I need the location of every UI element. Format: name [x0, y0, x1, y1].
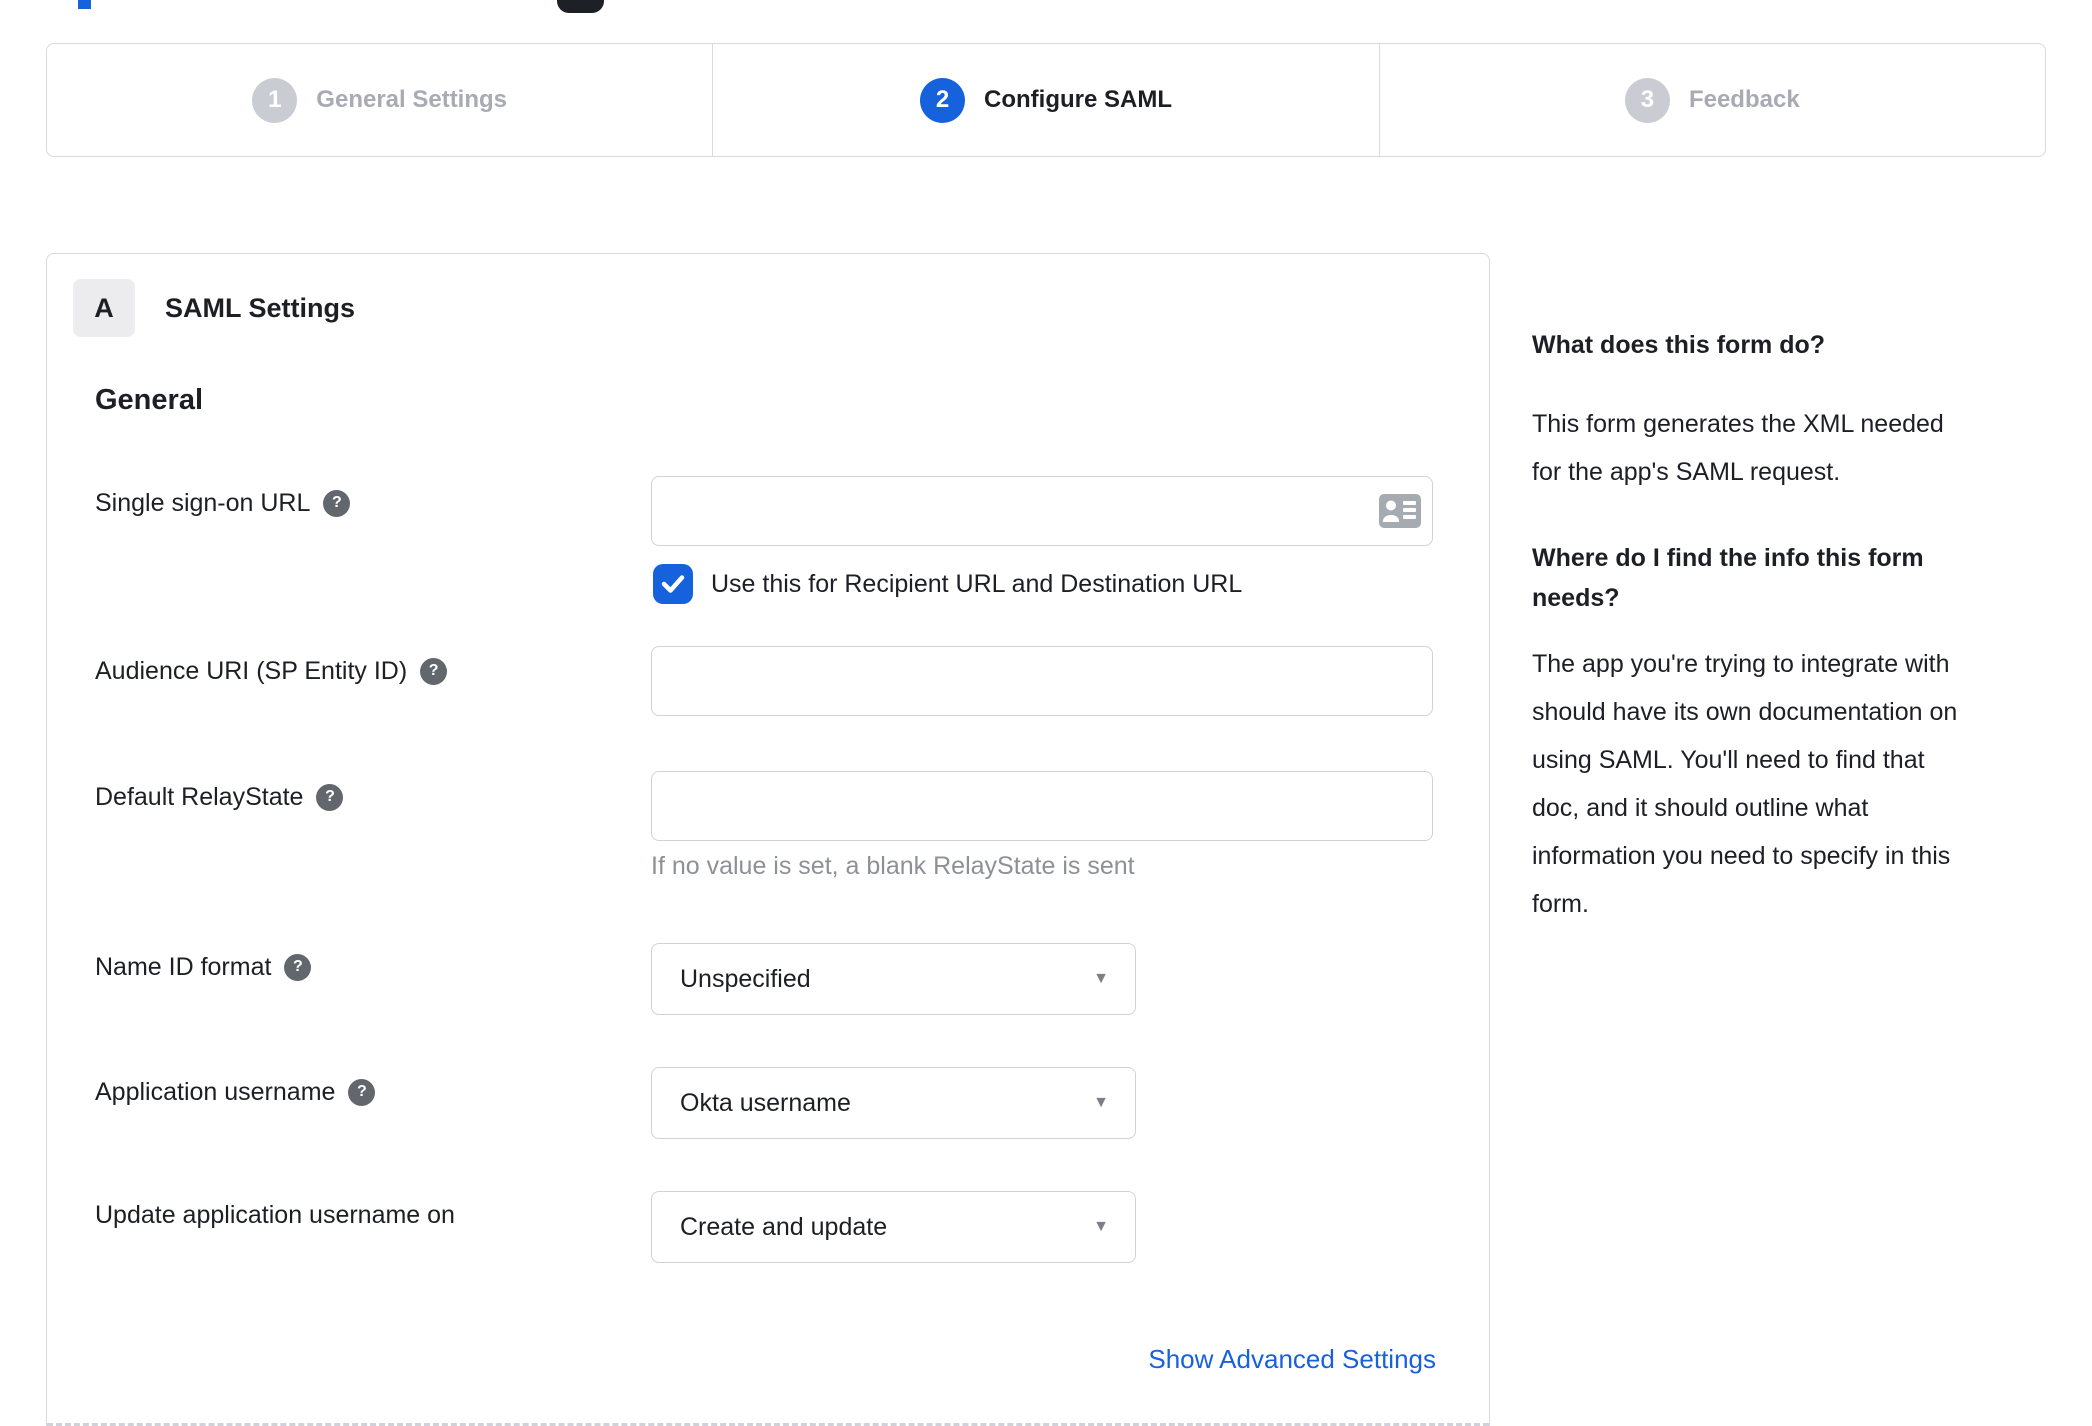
- sso-url-label-row: Single sign-on URL ?: [95, 486, 351, 520]
- update-username-value: Create and update: [680, 1212, 888, 1241]
- chevron-down-icon: ▼: [1093, 1094, 1109, 1111]
- saml-settings-panel: A SAML Settings General Single sign-on U…: [46, 253, 1490, 1426]
- sidebar-answer-1: This form generates the XML needed for t…: [1532, 410, 1944, 486]
- step-general-settings[interactable]: 1 General Settings: [47, 44, 714, 156]
- update-username-label-row: Update application username on: [95, 1198, 455, 1232]
- cutoff-dark-element: [557, 0, 604, 13]
- update-username-select[interactable]: Create and update ▼: [651, 1191, 1136, 1263]
- app-username-label: Application username: [95, 1077, 336, 1106]
- name-id-format-value: Unspecified: [680, 964, 811, 993]
- recipient-url-checkbox[interactable]: [653, 564, 693, 604]
- help-sidebar: What does this form do? This form genera…: [1532, 330, 2018, 928]
- relay-state-label-row: Default RelayState ?: [95, 780, 344, 814]
- sidebar-answer-2: The app you're trying to integrate with …: [1532, 650, 1958, 918]
- step-feedback: 3 Feedback: [1380, 44, 2045, 156]
- saml-settings-title: SAML Settings: [165, 293, 356, 323]
- audience-uri-label-row: Audience URI (SP Entity ID) ?: [95, 654, 448, 688]
- step-1-number-badge: 1: [252, 77, 298, 123]
- section-a-badge: A: [73, 279, 135, 337]
- name-id-format-help-icon[interactable]: ?: [284, 953, 312, 981]
- sso-url-help-icon[interactable]: ?: [323, 489, 351, 517]
- wizard-stepper: 1 General Settings 2 Configure SAML 3 Fe…: [46, 43, 2046, 157]
- app-username-label-row: Application username ?: [95, 1075, 376, 1109]
- app-username-value: Okta username: [680, 1088, 851, 1117]
- sso-url-label: Single sign-on URL: [95, 488, 311, 517]
- step-2-label: Configure SAML: [984, 86, 1172, 113]
- app-username-help-icon[interactable]: ?: [348, 1078, 376, 1106]
- general-heading: General: [95, 384, 203, 416]
- sso-url-input[interactable]: [651, 476, 1433, 546]
- step-3-number-badge: 3: [1624, 77, 1670, 123]
- step-1-label: General Settings: [316, 86, 508, 113]
- sidebar-question-1: What does this form do?: [1532, 331, 1826, 359]
- relay-state-help-icon[interactable]: ?: [316, 783, 344, 811]
- step-2-number-badge: 2: [920, 77, 965, 123]
- app-username-select[interactable]: Okta username ▼: [651, 1067, 1136, 1139]
- audience-uri-help-icon[interactable]: ?: [420, 657, 448, 685]
- relay-state-label: Default RelayState: [95, 782, 304, 811]
- audience-uri-label: Audience URI (SP Entity ID): [95, 656, 408, 685]
- relay-state-input[interactable]: [651, 771, 1433, 841]
- step-3-label: Feedback: [1688, 86, 1800, 113]
- relay-state-hint: If no value is set, a blank RelayState i…: [651, 852, 1135, 880]
- name-id-format-select[interactable]: Unspecified ▼: [651, 943, 1136, 1015]
- audience-uri-input[interactable]: [651, 646, 1433, 716]
- chevron-down-icon: ▼: [1093, 1218, 1109, 1235]
- sidebar-question-2: Where do I find the info this form needs…: [1532, 544, 1924, 612]
- recipient-url-checkbox-label: Use this for Recipient URL and Destinati…: [711, 570, 1243, 598]
- show-advanced-settings-link[interactable]: Show Advanced Settings: [1148, 1344, 1436, 1375]
- name-id-format-label: Name ID format: [95, 952, 272, 981]
- chevron-down-icon: ▼: [1093, 970, 1109, 987]
- name-id-format-label-row: Name ID format ?: [95, 950, 312, 984]
- cutoff-blue-tab-indicator: [78, 0, 91, 9]
- update-username-label: Update application username on: [95, 1200, 455, 1229]
- step-configure-saml[interactable]: 2 Configure SAML: [713, 44, 1380, 156]
